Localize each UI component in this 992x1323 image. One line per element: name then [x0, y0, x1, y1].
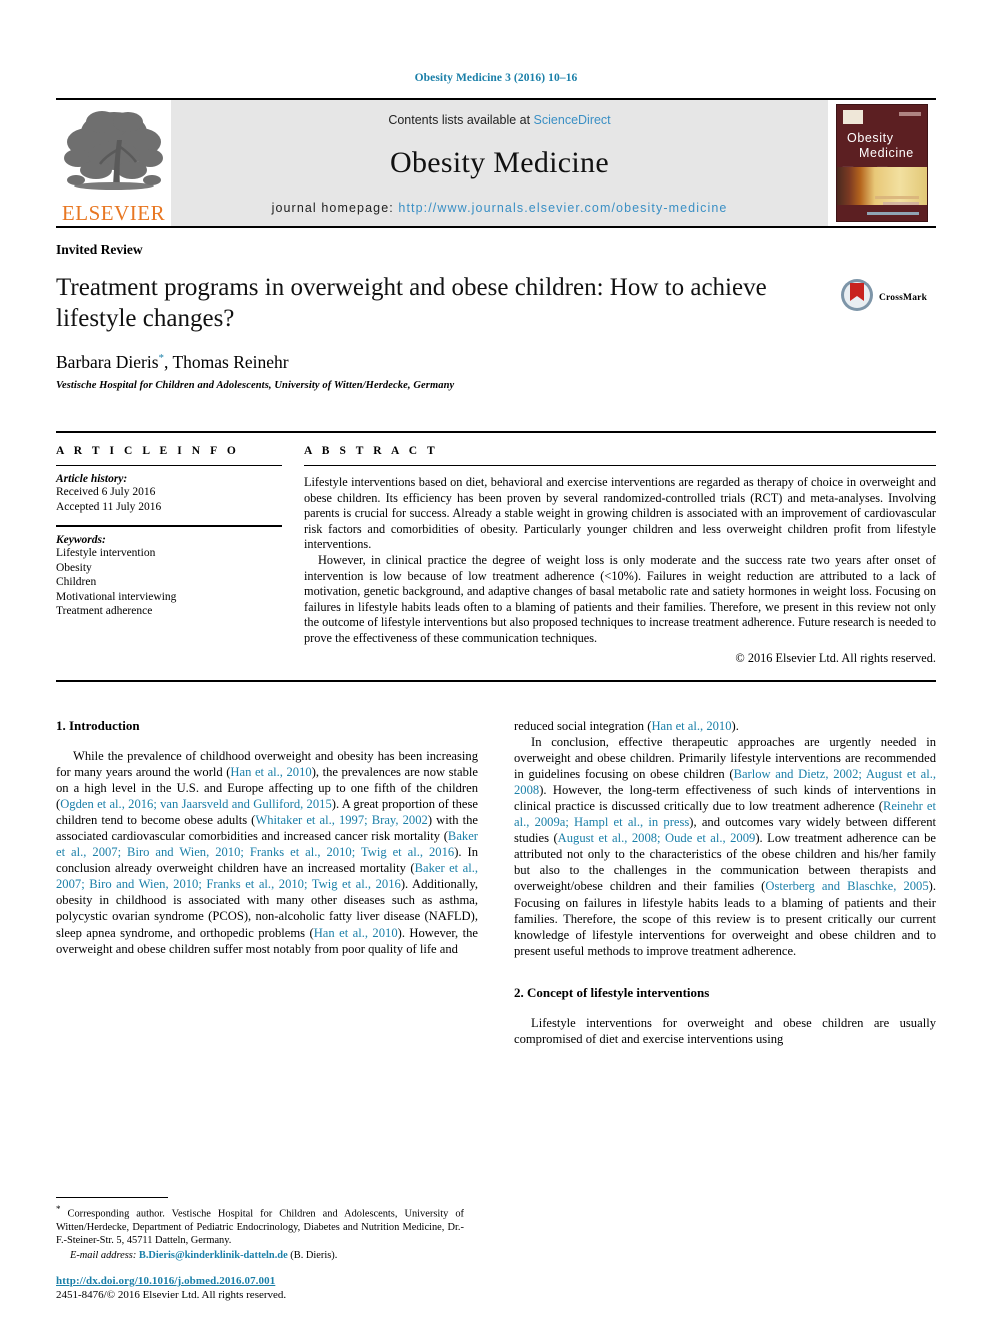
info-abstract-block: A R T I C L E I N F O Article history: R…: [56, 431, 936, 682]
homepage-label: journal homepage:: [271, 201, 394, 215]
cover-issue-mark: [899, 112, 921, 116]
article-type: Invited Review: [56, 242, 143, 257]
abstract-column: A B S T R A C T Lifestyle interventions …: [304, 445, 936, 666]
email-suffix: (B. Dieris).: [287, 1250, 338, 1261]
elsevier-tree-icon: [62, 106, 166, 202]
section-heading-introduction: 1. Introduction: [56, 717, 140, 733]
cover-photo-band: [837, 167, 927, 205]
homepage-url-link[interactable]: http://www.journals.elsevier.com/obesity…: [398, 201, 727, 215]
cover-publisher-mark: [843, 110, 863, 124]
concept-paragraph: Lifestyle interventions for overweight a…: [514, 1015, 936, 1047]
journal-cover-thumbnail[interactable]: M Obesity Medicine: [828, 100, 936, 226]
footnote-block: * Corresponding author. Vestische Hospit…: [56, 1196, 464, 1261]
cover-title: Obesity Medicine: [847, 131, 914, 161]
keyword-item: Lifestyle intervention: [56, 547, 156, 559]
sciencedirect-link[interactable]: ScienceDirect: [534, 113, 611, 127]
email-label: E-mail address:: [70, 1250, 137, 1261]
journal-homepage-line: journal homepage: http://www.journals.el…: [272, 201, 728, 215]
keywords-label: Keywords:: [56, 534, 106, 546]
citation-link[interactable]: Han et al., 2010: [314, 926, 398, 940]
author-rest: , Thomas Reinehr: [164, 352, 289, 372]
article-info-heading: A R T I C L E I N F O: [56, 445, 240, 457]
footnote-text: Corresponding author. Vestische Hospital…: [56, 1208, 464, 1246]
citation-link[interactable]: Han et al., 2010: [651, 719, 731, 733]
author-list: Barbara Dieris*, Thomas Reinehr: [56, 352, 826, 373]
journal-banner: ELSEVIER Contents lists available at Sci…: [56, 98, 936, 228]
abstract-paragraph: Lifestyle interventions based on diet, b…: [304, 475, 936, 552]
section-heading-concept: 2. Concept of lifestyle interventions: [514, 984, 710, 1000]
body-columns: 1. Introduction While the prevalence of …: [56, 718, 936, 1048]
title-block: Treatment programs in overweight and obe…: [56, 272, 840, 391]
article-page: Obesity Medicine 3 (2016) 10–16 ELSEVIER…: [0, 0, 992, 1323]
divider: [56, 525, 282, 527]
journal-title: Obesity Medicine: [390, 146, 609, 179]
crossmark-badge[interactable]: CrossMark: [840, 272, 936, 317]
crossmark-label: CrossMark: [879, 292, 928, 303]
copyright-line: © 2016 Elsevier Ltd. All rights reserved…: [735, 650, 936, 665]
title-row: Treatment programs in overweight and obe…: [56, 272, 936, 391]
affiliation: Vestische Hospital for Children and Adol…: [56, 380, 455, 391]
cover-footer-line1: [875, 196, 919, 199]
cover-footer-line3: [867, 212, 919, 215]
cover-title-line2: Medicine: [859, 146, 914, 160]
article-history-label: Article history:: [56, 473, 128, 485]
citation-link[interactable]: Osterberg and Blaschke, 2005: [765, 879, 928, 893]
text-run: ).: [731, 718, 739, 733]
elsevier-wordmark: ELSEVIER: [61, 201, 166, 225]
intro-paragraph: While the prevalence of childhood overwe…: [56, 748, 478, 957]
divider: [304, 465, 936, 466]
running-head: Obesity Medicine 3 (2016) 10–16: [414, 72, 578, 84]
email-note: E-mail address: B.Dieris@kinderklinik-da…: [56, 1250, 464, 1261]
doi-block: http://dx.doi.org/10.1016/j.obmed.2016.0…: [56, 1275, 464, 1301]
cover-image: M Obesity Medicine: [836, 104, 928, 222]
author-first: Barbara Dieris: [56, 352, 159, 372]
issn-copyright-line: 2451-8476/© 2016 Elsevier Ltd. All right…: [56, 1289, 287, 1301]
abstract-paragraph: However, in clinical practice the degree…: [304, 552, 936, 645]
page-title: Treatment programs in overweight and obe…: [56, 274, 767, 332]
keyword-item: Obesity: [56, 561, 92, 574]
crossmark-icon: [840, 278, 874, 317]
conclusion-paragraph: In conclusion, effective therapeutic app…: [514, 734, 936, 959]
email-link[interactable]: B.Dieris@kinderklinik-datteln.de: [139, 1250, 288, 1261]
doi-link[interactable]: http://dx.doi.org/10.1016/j.obmed.2016.0…: [56, 1275, 464, 1287]
citation-link[interactable]: Whitaker et al., 1997; Bray, 2002: [255, 813, 427, 827]
article-history-accepted: Accepted 11 July 2016: [56, 500, 162, 513]
text-run: ). However, the long-term effectiveness …: [514, 782, 936, 813]
contents-line: Contents lists available at ScienceDirec…: [388, 113, 610, 127]
citation-link[interactable]: Ogden et al., 2016; van Jaarsveld and Gu…: [60, 797, 332, 811]
abstract-heading: A B S T R A C T: [304, 445, 439, 457]
citation-link[interactable]: August et al., 2008; Oude et al., 2009: [558, 831, 756, 845]
right-column: reduced social integration (Han et al., …: [514, 718, 936, 1048]
cover-title-line1: Obesity: [847, 131, 894, 145]
intro-paragraph-continued: reduced social integration (Han et al., …: [514, 718, 936, 734]
divider: [56, 465, 282, 466]
keyword-item: Motivational interviewing: [56, 590, 177, 603]
article-history-received: Received 6 July 2016: [56, 486, 156, 498]
article-info-column: A R T I C L E I N F O Article history: R…: [56, 445, 304, 666]
footnote-divider: [56, 1196, 168, 1198]
contents-prefix: Contents lists available at: [388, 113, 534, 127]
keyword-item: Treatment adherence: [56, 605, 153, 617]
text-run: reduced social integration (: [514, 718, 652, 733]
cover-footer-line2: [883, 202, 919, 205]
elsevier-logo: ELSEVIER: [56, 100, 171, 226]
left-column: 1. Introduction While the prevalence of …: [56, 718, 478, 1048]
corresponding-author-note: * Corresponding author. Vestische Hospit…: [56, 1203, 464, 1247]
banner-center: Contents lists available at ScienceDirec…: [171, 100, 828, 226]
keyword-item: Children: [56, 576, 97, 588]
citation-link[interactable]: Han et al., 2010: [230, 765, 311, 779]
